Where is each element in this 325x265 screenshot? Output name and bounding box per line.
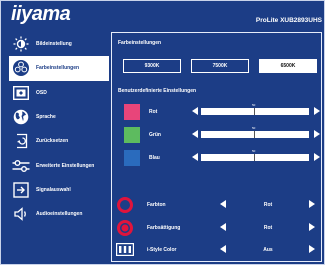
- channel-label: Blau: [149, 155, 160, 161]
- iiyama-logo: iiyama: [11, 3, 71, 25]
- sidebar-item-signalauswahl[interactable]: Signalauswahl: [9, 178, 109, 202]
- section-title-color: Farbeinstellungen: [118, 40, 162, 46]
- increase-arrow-icon[interactable]: [314, 107, 320, 115]
- slider-fill: [201, 154, 255, 161]
- sidebar-item-label: Zurücksetzen: [36, 138, 69, 145]
- option-row-farbton[interactable]: Farbton Rot: [113, 195, 321, 215]
- option-value: Rot: [263, 225, 273, 231]
- sidebar-item-label: Sprache: [36, 114, 56, 121]
- sidebar-item-sprache[interactable]: Sprache: [9, 105, 109, 129]
- preset-7500k-button[interactable]: 7500K: [191, 59, 249, 73]
- sidebar: Bildeinstellung Farbeinstellungen OSD Sp…: [9, 32, 109, 226]
- channel-label: Grün: [149, 132, 161, 138]
- increase-arrow-icon[interactable]: [309, 200, 315, 208]
- slider-value: 50: [252, 149, 256, 153]
- hue-ring-icon: [116, 196, 134, 219]
- brightness-icon: [9, 36, 33, 52]
- model-name: ProLite XUB2893UHS: [255, 17, 322, 24]
- channel-row-blau: Blau 50: [121, 148, 321, 168]
- option-row-istyle-color[interactable]: i-Style Color Aus: [113, 240, 321, 260]
- blue-slider[interactable]: 50: [201, 149, 309, 161]
- green-swatch: [124, 127, 140, 143]
- decrease-arrow-icon[interactable]: [220, 245, 226, 253]
- section-title-user: Benutzerdefinierte Einstellungen: [118, 88, 197, 94]
- preset-9300k-button[interactable]: 9300K: [123, 59, 181, 73]
- sidebar-item-osd[interactable]: OSD: [9, 81, 109, 105]
- sidebar-item-zuruecksetzen[interactable]: Zurücksetzen: [9, 129, 109, 153]
- globe-icon: [9, 109, 33, 125]
- sidebar-item-label: Bildeinstellung: [36, 41, 72, 48]
- decrease-arrow-icon[interactable]: [192, 153, 198, 161]
- istyle-icon: [116, 243, 134, 261]
- slider-fill: [201, 131, 255, 138]
- sidebar-item-label: Signalauswahl: [36, 186, 71, 193]
- increase-arrow-icon[interactable]: [314, 153, 320, 161]
- sidebar-item-farbeinstellungen[interactable]: Farbeinstellungen: [9, 56, 109, 81]
- sliders-icon: [9, 159, 33, 173]
- decrease-arrow-icon[interactable]: [220, 200, 226, 208]
- saturation-icon: [116, 219, 134, 242]
- sidebar-item-label: OSD: [36, 89, 47, 96]
- blue-swatch: [124, 150, 140, 166]
- sidebar-item-erweiterte-einstellungen[interactable]: Erweiterte Einstellungen: [9, 153, 109, 177]
- option-label: Farbton: [147, 202, 166, 208]
- decrease-arrow-icon[interactable]: [220, 223, 226, 231]
- osd-window: iiyama ProLite XUB2893UHS Bildeinstellun…: [0, 0, 325, 265]
- increase-arrow-icon[interactable]: [314, 130, 320, 138]
- preset-6500k-button[interactable]: 6500K: [259, 59, 317, 73]
- slider-value: 50: [252, 103, 256, 107]
- speaker-icon: [9, 206, 33, 222]
- osd-icon: [9, 85, 33, 100]
- channel-label: Rot: [149, 109, 158, 115]
- increase-arrow-icon[interactable]: [309, 245, 315, 253]
- decrease-arrow-icon[interactable]: [192, 107, 198, 115]
- sidebar-item-audioeinstellungen[interactable]: Audioeinstellungen: [9, 202, 109, 226]
- option-label: Farbsättigung: [147, 225, 181, 231]
- sidebar-item-label: Farbeinstellungen: [36, 65, 80, 72]
- option-label: i-Style Color: [147, 247, 177, 253]
- red-swatch: [124, 104, 140, 120]
- green-slider[interactable]: 50: [201, 126, 309, 138]
- sidebar-item-label: Audioeinstellungen: [36, 211, 83, 218]
- osd-header: iiyama ProLite XUB2893UHS: [1, 1, 325, 31]
- option-row-farbsaettigung[interactable]: Farbsättigung Rot: [113, 218, 321, 238]
- slider-value: 50: [252, 126, 256, 130]
- palette-icon: [9, 59, 33, 77]
- option-value: Rot: [263, 202, 273, 208]
- red-slider[interactable]: 50: [201, 103, 309, 115]
- slider-fill: [201, 108, 255, 115]
- option-value: Aus: [263, 247, 273, 253]
- channel-row-gruen: Grün 50: [121, 125, 321, 145]
- sidebar-item-label: Erweiterte Einstellungen: [36, 162, 95, 169]
- reset-icon: [9, 133, 33, 149]
- channel-row-rot: Rot 50: [121, 102, 321, 122]
- increase-arrow-icon[interactable]: [309, 223, 315, 231]
- decrease-arrow-icon[interactable]: [192, 130, 198, 138]
- sidebar-item-bildeinstellung[interactable]: Bildeinstellung: [9, 32, 109, 56]
- input-icon: [9, 182, 33, 198]
